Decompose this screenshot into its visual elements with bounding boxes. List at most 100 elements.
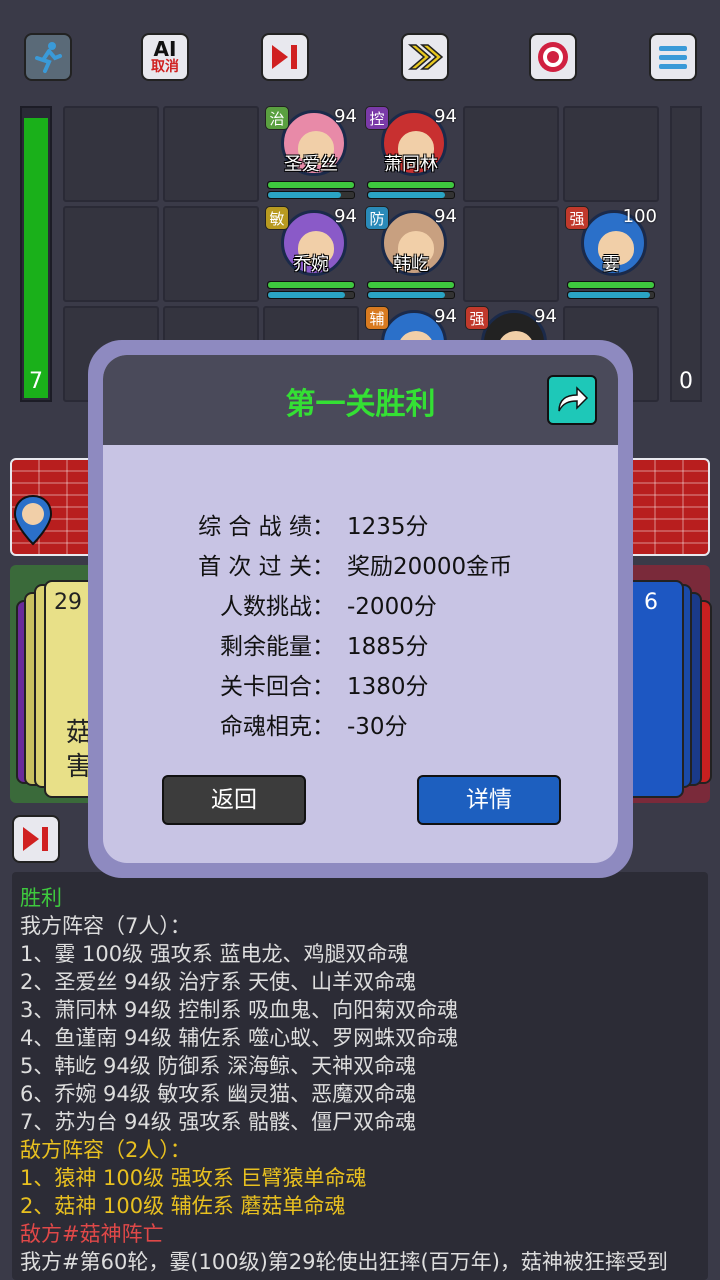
hero-card[interactable]: 控 94 萧同林 (363, 104, 459, 200)
player-deck-count: 29 (54, 590, 82, 615)
hero-name: 萧同林 (384, 154, 438, 175)
stat-value: -2000分 (347, 594, 437, 620)
grid-cell[interactable] (563, 106, 659, 202)
share-icon (558, 386, 589, 412)
hero-hp-bar (267, 181, 355, 189)
stat-row: 人数挑战： -2000分 (103, 587, 618, 623)
dialog-title: 第一关胜利 (285, 387, 436, 422)
log-line: 胜利 (20, 886, 62, 910)
hero-class-badge: 强 (465, 306, 489, 330)
stat-value: 奖励20000金币 (347, 554, 513, 580)
stat-row: 命魂相克： -30分 (103, 707, 618, 743)
enemy-deck-count: 6 (644, 590, 658, 615)
energy-value: 7 (29, 369, 43, 394)
game-screen: { "toolbar": { "ai_label_top": "AI", "ai… (0, 0, 720, 1280)
enemy-energy-value: 0 (679, 369, 693, 394)
hero-hp-bar (567, 281, 655, 289)
speed-button[interactable] (401, 33, 449, 81)
menu-button[interactable] (649, 33, 697, 81)
stat-value: 1380分 (347, 674, 429, 700)
log-line: 4、鱼谨南 94级 辅佐系 噬心蚁、罗网蛛双命魂 (20, 1026, 459, 1050)
stat-value: 1235分 (347, 514, 429, 540)
share-button[interactable] (547, 375, 597, 425)
ai-cancel-button[interactable]: AI 取消 (141, 33, 189, 81)
stat-label: 命魂相克： (220, 714, 335, 740)
hero-class-badge: 防 (365, 206, 389, 230)
hero-hp-bar (367, 181, 455, 189)
log-line: 1、猿神 100级 强攻系 巨臂猿单命魂 (20, 1166, 367, 1190)
hero-level: 94 (334, 206, 357, 227)
dialog-header: 第一关胜利 (103, 355, 618, 445)
hero-mp-bar (267, 191, 355, 199)
hero-hp-bar (367, 281, 455, 289)
menu-icon (659, 46, 687, 69)
hero-class-badge: 控 (365, 106, 389, 130)
skip-button[interactable] (261, 33, 309, 81)
hero-name: 韩屹 (393, 254, 429, 275)
hero-level: 94 (434, 106, 457, 127)
hero-level: 100 (622, 206, 657, 227)
stat-value: 1885分 (347, 634, 429, 660)
back-button[interactable]: 返回 (162, 775, 306, 825)
stat-label: 人数挑战： (220, 594, 335, 620)
battle-log[interactable]: 胜利 我方阵容（7人）： 1、霎 100级 强攻系 蓝电龙、鸡腿双命魂 2、圣爱… (12, 872, 708, 1280)
log-line: 2、菇神 100级 辅佐系 蘑菇单命魂 (20, 1194, 346, 1218)
target-button[interactable] (529, 33, 577, 81)
hero-card[interactable]: 敏 94 乔婉 (263, 204, 359, 300)
details-button[interactable]: 详情 (417, 775, 561, 825)
grid-cell[interactable] (463, 106, 559, 202)
hero-mp-bar (367, 191, 455, 199)
hero-hp-bar (267, 281, 355, 289)
hero-class-badge: 敏 (265, 206, 289, 230)
hero-name: 乔婉 (293, 254, 329, 275)
log-line: 7、苏为台 94级 强攻系 骷髅、僵尸双命魂 (20, 1110, 417, 1134)
ai-label: AI (153, 37, 177, 61)
hero-level: 94 (434, 306, 457, 327)
hero-mp-bar (567, 291, 655, 299)
hero-class-badge: 强 (565, 206, 589, 230)
stat-label: 剩余能量： (220, 634, 335, 660)
grid-cell[interactable] (63, 106, 159, 202)
flee-button[interactable] (24, 33, 72, 81)
grid-cell[interactable] (163, 206, 259, 302)
hero-mp-bar (267, 291, 355, 299)
hero-card[interactable]: 防 94 韩屹 (363, 204, 459, 300)
hero-level: 94 (534, 306, 557, 327)
running-man-icon (35, 42, 62, 73)
hero-level: 94 (334, 106, 357, 127)
grid-cell[interactable] (463, 206, 559, 302)
stat-value: -30分 (347, 714, 408, 740)
hero-mp-bar (367, 291, 455, 299)
stat-row: 综 合 战 绩： 1235分 (103, 507, 618, 543)
stat-label: 综 合 战 绩： (198, 514, 335, 540)
stat-row: 剩余能量： 1885分 (103, 627, 618, 663)
log-line: 2、圣爱丝 94级 治疗系 天使、山羊双命魂 (20, 970, 417, 994)
stat-row: 首 次 过 关： 奖励20000金币 (103, 547, 618, 583)
grid-cell[interactable] (163, 106, 259, 202)
hero-name: 霎 (602, 254, 620, 275)
hero-class-badge: 治 (265, 106, 289, 130)
target-icon (538, 42, 568, 72)
log-line: 敌方阵容（2人）： (20, 1138, 191, 1162)
log-line: 1、霎 100级 强攻系 蓝电龙、鸡腿双命魂 (20, 942, 409, 966)
log-line: 我方阵容（7人）： (20, 914, 191, 938)
grid-cell[interactable] (63, 206, 159, 302)
energy-bar: 7 (20, 106, 52, 402)
enemy-energy-bar: 0 (670, 106, 702, 402)
hero-level: 94 (434, 206, 457, 227)
location-marker-icon[interactable] (12, 494, 54, 546)
victory-dialog: 第一关胜利 综 合 战 绩： 1235分 首 次 过 关： 奖励20000金币 … (103, 355, 618, 863)
stat-label: 首 次 过 关： (198, 554, 335, 580)
skip-turn-button[interactable] (12, 815, 60, 863)
log-line: 5、韩屹 94级 防御系 深海鲸、天神双命魂 (20, 1054, 417, 1078)
log-line: 敌方#菇神阵亡 (20, 1222, 164, 1246)
hero-name: 圣爱丝 (284, 154, 338, 175)
fast-forward-icon (407, 44, 444, 70)
hero-class-badge: 辅 (365, 306, 389, 330)
log-line: 3、萧同林 94级 控制系 吸血鬼、向阳菊双命魂 (20, 998, 459, 1022)
log-line: 我方#第60轮，霎(100级)第29轮使出狂摔(百万年)，菇神被狂摔受到 (20, 1250, 668, 1274)
stat-label: 关卡回合： (220, 674, 335, 700)
hero-card[interactable]: 强 100 霎 (563, 204, 659, 300)
hero-card[interactable]: 治 94 圣爱丝 (263, 104, 359, 200)
stat-row: 关卡回合： 1380分 (103, 667, 618, 703)
